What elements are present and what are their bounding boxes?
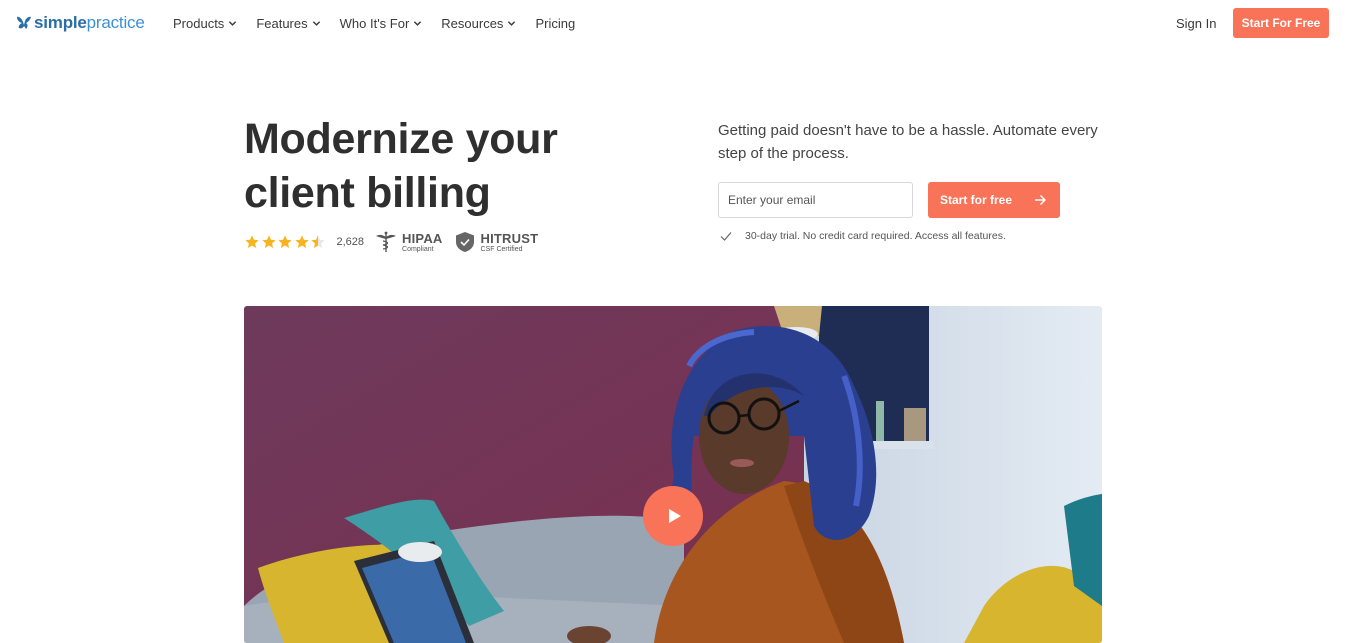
- sign-in-link[interactable]: Sign In: [1176, 16, 1216, 31]
- star-rating: [244, 234, 327, 250]
- nav-item-features[interactable]: Features: [256, 16, 320, 31]
- hipaa-badge: HIPAA Compliant: [374, 230, 442, 254]
- star-full-icon: [245, 235, 259, 248]
- main-menu: Products Features Who It's For Resources…: [173, 16, 594, 31]
- badge-title: HITRUST: [480, 230, 539, 246]
- badge-subtitle: CSF Certified: [480, 245, 523, 253]
- headline-line-2: client billing: [244, 169, 491, 217]
- page-title: Modernize your client billing: [244, 112, 664, 220]
- logo[interactable]: simple practice: [16, 13, 145, 33]
- chevron-down-icon: [312, 21, 320, 26]
- trial-note-text: 30-day trial. No credit card required. A…: [745, 230, 1006, 242]
- nav-item-label: Pricing: [535, 16, 576, 31]
- caduceus-icon: [376, 231, 397, 252]
- start-for-free-label: Start for free: [940, 193, 1013, 207]
- star-half-icon: [311, 235, 325, 248]
- rating-count: 2,628: [336, 236, 365, 248]
- nav-item-label: Products: [173, 16, 225, 31]
- chevron-down-icon: [508, 21, 516, 26]
- hero-subheading: Getting paid doesn't have to be a hassle…: [718, 122, 1098, 162]
- logo-text-light: practice: [86, 13, 145, 32]
- start-for-free-nav-button[interactable]: Start For Free: [1233, 8, 1329, 38]
- star-full-icon: [261, 235, 276, 248]
- arrow-right-icon: [1035, 195, 1047, 205]
- play-icon: [668, 509, 681, 523]
- star-full-icon: [294, 235, 309, 248]
- badge-subtitle: Compliant: [402, 245, 434, 253]
- trust-badges: 2,628 HIPAA Compliant HITRUST CSF Certif…: [244, 230, 548, 254]
- badge-title: HIPAA: [402, 230, 443, 246]
- hero-video[interactable]: [244, 306, 1102, 643]
- nav-item-label: Resources: [441, 16, 504, 31]
- play-button[interactable]: [643, 486, 703, 546]
- star-full-icon: [278, 235, 292, 248]
- nav-item-pricing[interactable]: Pricing: [535, 16, 575, 31]
- checkmark-icon: [720, 232, 732, 241]
- start-for-free-button[interactable]: Start for free: [928, 182, 1060, 218]
- nav-item-who-its-for[interactable]: Who It's For: [340, 16, 423, 31]
- top-navigation: simple practice Products Features Who It'…: [0, 0, 1346, 48]
- logo-text-bold: simple: [34, 13, 87, 32]
- nav-item-resources[interactable]: Resources: [441, 16, 516, 31]
- trial-note: 30-day trial. No credit card required. A…: [720, 230, 1006, 242]
- chevron-down-icon: [414, 21, 422, 26]
- butterfly-logo-icon: [17, 16, 31, 29]
- nav-item-products[interactable]: Products: [173, 16, 237, 31]
- headline-line-1: Modernize your: [244, 115, 558, 163]
- chevron-down-icon: [229, 21, 237, 26]
- shield-check-icon: [455, 232, 474, 252]
- email-field[interactable]: [718, 182, 913, 218]
- hitrust-badge: HITRUST CSF Certified: [453, 230, 539, 254]
- video-thumbnail: [244, 306, 1102, 643]
- nav-item-label: Features: [256, 16, 308, 31]
- nav-item-label: Who It's For: [339, 16, 410, 31]
